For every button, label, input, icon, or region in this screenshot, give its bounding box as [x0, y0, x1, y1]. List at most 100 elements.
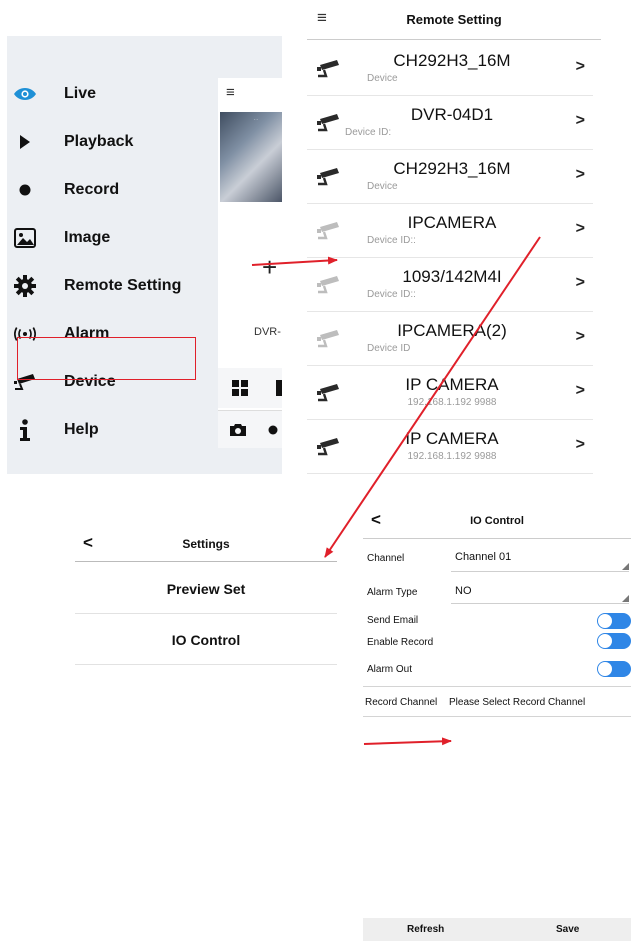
device-row[interactable]: IP CAMERA 192.168.1.192 9988 >	[307, 420, 593, 474]
menu-label-help: Help	[64, 421, 99, 438]
record-dot-icon[interactable]	[268, 425, 278, 435]
camera-icon	[317, 330, 339, 348]
io-control-panel: < IO Control Channel Channel 01 Alarm Ty…	[363, 505, 631, 941]
device-name: IPCAMERA(2)	[397, 321, 507, 340]
device-subtitle: Device	[367, 181, 398, 192]
device-subtitle: 192.168.1.192 9988	[407, 397, 497, 408]
alarm-type-label: Alarm Type	[367, 587, 418, 598]
chevron-right-icon: >	[575, 166, 585, 183]
device-row[interactable]: CH292H3_16M Device >	[307, 150, 593, 204]
device-subtitle: Device ID:	[345, 127, 392, 138]
chevron-right-icon: >	[575, 112, 585, 129]
image-icon	[13, 226, 37, 250]
channel-label: Channel	[367, 553, 405, 564]
dropdown-arrow-icon[interactable]	[622, 595, 629, 602]
record-dot-icon	[13, 178, 37, 202]
remote-setting-header: ≡ Remote Setting	[307, 0, 601, 40]
capture-toolbar	[218, 410, 282, 448]
device-name: CH292H3_16M	[393, 51, 511, 70]
divider	[363, 716, 631, 717]
refresh-button[interactable]: Refresh	[407, 924, 444, 935]
device-name: IPCAMERA	[407, 213, 497, 232]
alarm-out-toggle[interactable]	[597, 661, 631, 677]
send-email-label: Send Email	[367, 615, 419, 626]
live-preview-strip: ≡ - - + DVR-	[218, 78, 282, 448]
enable-record-label: Enable Record	[367, 637, 434, 648]
toggle-knob	[598, 634, 612, 648]
chevron-right-icon: >	[575, 436, 585, 453]
page-title: Remote Setting	[406, 12, 502, 27]
toggle-knob	[598, 662, 612, 676]
camera-icon	[317, 222, 339, 240]
record-channel-select[interactable]: Please Select Record Channel	[449, 697, 585, 708]
camera-icon	[317, 438, 339, 456]
device-subtitle: Device	[367, 73, 398, 84]
camera-icon	[317, 168, 339, 186]
device-row[interactable]: IPCAMERA Device ID:: >	[307, 204, 593, 258]
enable-record-toggle[interactable]	[597, 633, 631, 649]
dropdown-arrow-icon[interactable]	[622, 563, 629, 570]
device-name: 1093/142M4I	[402, 267, 502, 286]
grid-layout-icon[interactable]	[232, 380, 248, 396]
divider	[363, 686, 631, 687]
page-title: Settings	[182, 537, 230, 551]
device-label: DVR-	[254, 326, 281, 338]
device-name: DVR-04D1	[410, 105, 494, 124]
settings-panel: < Settings Preview Set IO Control	[75, 528, 337, 668]
device-subtitle: Device ID	[367, 343, 411, 354]
camera-icon	[317, 276, 339, 294]
hamburger-menu-icon[interactable]: ≡	[226, 84, 235, 101]
play-icon	[13, 130, 37, 154]
alarm-type-select[interactable]: NO	[455, 585, 472, 597]
device-name: IP CAMERA	[405, 375, 499, 394]
menu-label-remote-setting: Remote Setting	[64, 277, 182, 294]
io-control-header: < IO Control	[363, 505, 631, 539]
camera-icon	[317, 60, 339, 78]
device-subtitle: Device ID::	[367, 235, 416, 246]
record-channel-label: Record Channel	[365, 697, 438, 708]
chevron-right-icon: >	[575, 58, 585, 75]
settings-item-preview-set[interactable]: Preview Set	[75, 564, 337, 614]
device-row[interactable]: IPCAMERA(2) Device ID >	[307, 312, 593, 366]
chevron-right-icon: >	[575, 328, 585, 345]
snapshot-camera-icon[interactable]	[230, 423, 246, 436]
info-icon	[13, 418, 37, 442]
eye-icon	[13, 82, 37, 106]
device-row[interactable]: CH292H3_16M Device >	[307, 42, 593, 96]
device-subtitle: Device ID::	[367, 289, 416, 300]
layout-icon-partial[interactable]	[276, 380, 282, 396]
device-name: CH292H3_16M	[393, 159, 511, 178]
alarm-type-select-underline	[451, 603, 629, 604]
thumb-timestamp: - -	[254, 116, 258, 121]
camera-icon	[317, 384, 339, 402]
device-row[interactable]: DVR-04D1 Device ID: >	[307, 96, 593, 150]
gear-icon	[13, 274, 37, 298]
remote-setting-panel: ≡ Remote Setting CH292H3_16M Device > DV…	[307, 0, 601, 475]
device-row[interactable]: 1093/142M4I Device ID:: >	[307, 258, 593, 312]
menu-label-live: Live	[64, 85, 97, 102]
layout-toolbar	[218, 368, 282, 408]
send-email-toggle[interactable]	[597, 613, 631, 629]
channel-select[interactable]: Channel 01	[455, 551, 511, 563]
camera-icon	[317, 114, 339, 132]
alarm-highlight-box	[17, 337, 196, 380]
settings-header: < Settings	[75, 528, 337, 562]
menu-label-image: Image	[64, 229, 111, 246]
chevron-right-icon: >	[575, 220, 585, 237]
io-footer-bar: Refresh Save	[363, 918, 631, 941]
chevron-right-icon: >	[575, 274, 585, 291]
add-device-icon[interactable]: +	[262, 254, 277, 280]
page-title: IO Control	[470, 515, 524, 527]
device-row[interactable]: IP CAMERA 192.168.1.192 9988 >	[307, 366, 593, 420]
settings-item-io-control[interactable]: IO Control	[75, 615, 337, 665]
device-subtitle: 192.168.1.192 9988	[407, 451, 497, 462]
camera-preview-thumbnail[interactable]: - -	[220, 112, 282, 202]
channel-select-underline	[451, 571, 629, 572]
alarm-out-label: Alarm Out	[367, 664, 413, 675]
chevron-right-icon: >	[575, 382, 585, 399]
save-button[interactable]: Save	[556, 924, 579, 935]
menu-label-record: Record	[64, 181, 120, 198]
menu-label-playback: Playback	[64, 133, 134, 150]
device-name: IP CAMERA	[405, 429, 499, 448]
toggle-knob	[598, 614, 612, 628]
